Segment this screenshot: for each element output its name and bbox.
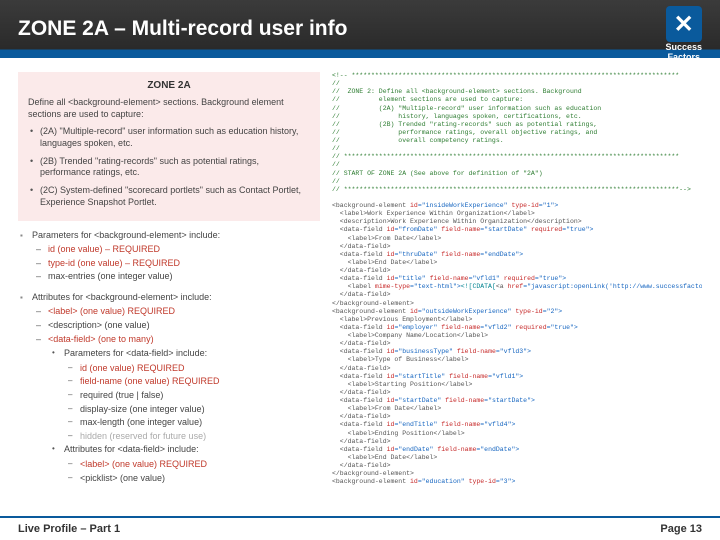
param-item: id (one value) – REQUIRED	[32, 243, 320, 256]
df-param: hidden (reserved for future use)	[64, 430, 320, 443]
callout-item: (2B) Trended "rating-records" such as po…	[28, 156, 310, 179]
df-attr: <label> (one value) REQUIRED	[64, 458, 320, 471]
zone-callout: ZONE 2A Define all <background-element> …	[18, 72, 320, 221]
logo-text-1: Success	[665, 43, 702, 52]
attr-item: <description> (one value)	[32, 319, 320, 332]
slide-title: ZONE 2A – Multi-record user info	[18, 17, 347, 41]
df-params-group: Parameters for <data-field> include: id …	[48, 347, 320, 442]
df-param: required (true | false)	[64, 389, 320, 402]
df-attr: <picklist> (one value)	[64, 472, 320, 485]
footer-page: Page 13	[660, 523, 702, 535]
df-param: max-length (one integer value)	[64, 416, 320, 429]
df-param: field-name (one value) REQUIRED	[64, 375, 320, 388]
attrs-head: Attributes for <background-element> incl…	[32, 292, 212, 302]
attr-item: <data-field> (one to many) Parameters fo…	[32, 333, 320, 485]
footer-left: Live Profile – Part 1	[18, 523, 120, 535]
param-item: type-id (one value) – REQUIRED	[32, 257, 320, 270]
logo-text-2: Factors	[667, 53, 700, 62]
logo-icon: ✕	[666, 6, 702, 42]
params-section: Parameters for <background-element> incl…	[18, 229, 320, 485]
df-attrs-group: Attributes for <data-field> include: <la…	[48, 443, 320, 484]
param-item: max-entries (one integer value)	[32, 270, 320, 283]
code-panel: <!-- ***********************************…	[332, 72, 702, 510]
brand-logo: ✕ Success Factors	[665, 6, 702, 62]
params-head: Parameters for <background-element> incl…	[32, 230, 220, 240]
slide-footer: Live Profile – Part 1 Page 13	[0, 516, 720, 540]
callout-item: (2A) "Multiple-record" user information …	[28, 126, 310, 149]
attr-item: <label> (one value) REQUIRED	[32, 305, 320, 318]
df-param: display-size (one integer value)	[64, 403, 320, 416]
slide-body: ZONE 2A Define all <background-element> …	[0, 58, 720, 510]
left-column: ZONE 2A Define all <background-element> …	[18, 72, 320, 510]
df-param: id (one value) REQUIRED	[64, 362, 320, 375]
callout-intro: Define all <background-element> sections…	[28, 97, 310, 120]
callout-list: (2A) "Multiple-record" user information …	[28, 126, 310, 208]
slide-header: ZONE 2A – Multi-record user info ✕ Succe…	[0, 0, 720, 58]
callout-title: ZONE 2A	[28, 80, 310, 91]
params-group: Parameters for <background-element> incl…	[18, 229, 320, 283]
callout-item: (2C) System-defined "scorecard portlets"…	[28, 185, 310, 208]
attrs-group: Attributes for <background-element> incl…	[18, 291, 320, 484]
